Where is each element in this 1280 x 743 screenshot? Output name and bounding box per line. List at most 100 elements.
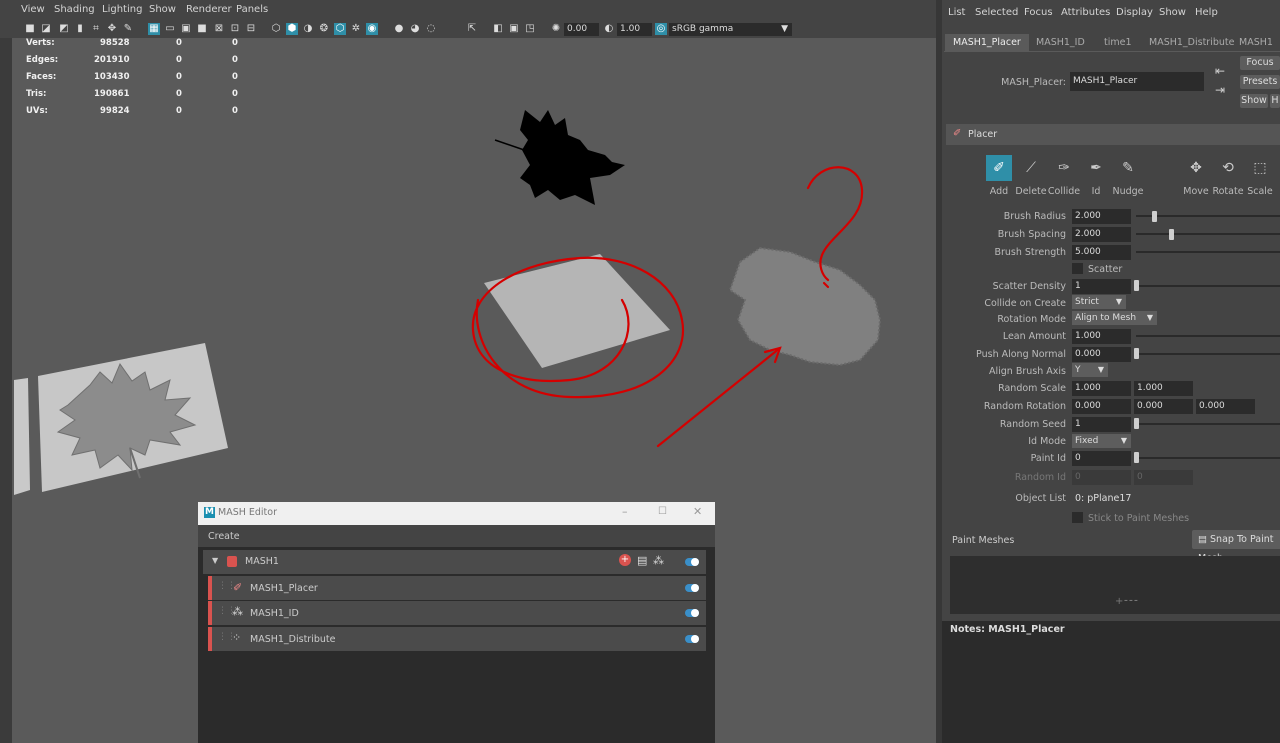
brush-tool-scale[interactable]: ⬚ Scale bbox=[1246, 155, 1274, 197]
slider-handle[interactable] bbox=[1169, 229, 1174, 240]
viewport-panel[interactable]: View Shading Lighting Show Renderer Pane… bbox=[0, 0, 936, 743]
camera-gate-icon[interactable]: ◧ bbox=[492, 23, 504, 35]
add-node-icon[interactable]: + bbox=[619, 554, 631, 566]
default-material-icon[interactable]: ▣ bbox=[180, 23, 192, 35]
slider-handle[interactable] bbox=[1134, 348, 1139, 359]
random-rotation-z-field[interactable]: 0.000 bbox=[1196, 399, 1255, 414]
menu-show[interactable]: Show bbox=[149, 4, 176, 15]
menu-view[interactable]: View bbox=[21, 4, 45, 15]
bookmark-icon[interactable]: ◩ bbox=[58, 23, 70, 35]
xray-joints-icon[interactable]: ◑ bbox=[302, 23, 314, 35]
hud-icon[interactable]: ◉ bbox=[366, 23, 378, 35]
random-seed-field[interactable]: 1 bbox=[1072, 417, 1131, 432]
focus-button[interactable]: Focus bbox=[1240, 56, 1280, 70]
backface-icon[interactable]: ⬡ bbox=[334, 23, 346, 35]
minimize-icon[interactable]: – bbox=[622, 505, 628, 518]
scatter-density-slider[interactable] bbox=[1136, 285, 1280, 287]
collapse-arrow-icon[interactable]: ▼ bbox=[212, 556, 218, 565]
stick-to-paint-checkbox[interactable] bbox=[1072, 512, 1083, 523]
light-icon[interactable]: ✲ bbox=[350, 23, 362, 35]
lights-icon[interactable]: ⊠ bbox=[213, 23, 225, 35]
shadows-icon[interactable]: ⊡ bbox=[229, 23, 241, 35]
menu-renderer[interactable]: Renderer bbox=[186, 4, 232, 15]
scatter-checkbox[interactable] bbox=[1072, 263, 1083, 274]
maximize-icon[interactable]: ☐ bbox=[658, 506, 667, 517]
tab-time1[interactable]: time1 bbox=[1096, 34, 1140, 51]
mash-editor-titlebar[interactable]: M MASH Editor – ☐ ✕ bbox=[198, 502, 715, 525]
gamma-icon[interactable]: ◐ bbox=[603, 23, 615, 35]
presets-button[interactable]: Presets bbox=[1240, 75, 1280, 89]
ssao-icon[interactable]: ● bbox=[393, 23, 405, 35]
brush-radius-field[interactable]: 2.000 bbox=[1072, 209, 1131, 224]
random-seed-slider[interactable] bbox=[1136, 423, 1280, 425]
safe-area-icon[interactable]: ▣ bbox=[508, 23, 520, 35]
menu-lighting[interactable]: Lighting bbox=[102, 4, 142, 15]
dynamics-icon[interactable]: ⁂ bbox=[653, 554, 664, 567]
brush-radius-slider[interactable] bbox=[1136, 215, 1280, 217]
mash-node-row[interactable]: ⋮⋮ ⁘ MASH1_Distribute bbox=[208, 627, 706, 651]
brush-tool-nudge[interactable]: ✎ Nudge bbox=[1111, 155, 1145, 197]
push-along-normal-field[interactable]: 0.000 bbox=[1072, 347, 1131, 362]
enable-toggle[interactable] bbox=[685, 558, 699, 566]
tab-mash1-id[interactable]: MASH1_ID bbox=[1028, 34, 1093, 51]
push-along-normal-slider[interactable] bbox=[1136, 353, 1280, 355]
brush-tool-move[interactable]: ✥ Move bbox=[1180, 155, 1212, 197]
slider-handle[interactable] bbox=[1152, 211, 1157, 222]
wireframe-icon[interactable]: ▦ bbox=[148, 23, 160, 35]
brush-tool-rotate[interactable]: ⟲ Rotate bbox=[1211, 155, 1245, 197]
camera-attributes-icon[interactable]: ◪ bbox=[40, 23, 52, 35]
panel-divider[interactable] bbox=[936, 0, 942, 743]
film-gate-icon[interactable]: ✥ bbox=[106, 23, 118, 35]
smooth-shade-icon[interactable]: ▭ bbox=[164, 23, 176, 35]
tab-mash1-placer[interactable]: MASH1_Placer bbox=[945, 34, 1029, 51]
exposure-field[interactable]: 0.00 bbox=[564, 23, 599, 36]
lean-amount-slider[interactable] bbox=[1136, 335, 1280, 337]
menu-create[interactable]: Create bbox=[208, 531, 240, 542]
paint-meshes-list[interactable]: +⁃⁃⁃ bbox=[950, 556, 1280, 614]
random-rotation-y-field[interactable]: 0.000 bbox=[1134, 399, 1193, 414]
slider-handle[interactable] bbox=[1134, 418, 1139, 429]
placer-section-header[interactable]: ✐ Placer bbox=[946, 124, 1280, 145]
enable-toggle[interactable] bbox=[685, 584, 699, 592]
rotation-mode-dropdown[interactable]: Align to Mesh ▼ bbox=[1072, 311, 1157, 325]
gate-mask-icon[interactable]: ◳ bbox=[524, 23, 536, 35]
resolution-gate-icon[interactable]: ✎ bbox=[122, 23, 134, 35]
brush-strength-field[interactable]: 5.000 bbox=[1072, 245, 1131, 260]
menu-shading[interactable]: Shading bbox=[54, 4, 95, 15]
tab-mash1[interactable]: MASH1 bbox=[1231, 34, 1280, 51]
random-scale-max-field[interactable]: 1.000 bbox=[1134, 381, 1193, 396]
enable-toggle[interactable] bbox=[685, 635, 699, 643]
collide-on-create-dropdown[interactable]: Strict ▼ bbox=[1072, 295, 1126, 309]
object-list-value[interactable]: 0: pPlane17 bbox=[1075, 493, 1131, 504]
lean-amount-field[interactable]: 1.000 bbox=[1072, 329, 1131, 344]
image-plane-icon[interactable]: ▮ bbox=[74, 23, 86, 35]
color-management-icon[interactable]: ◎ bbox=[655, 23, 667, 35]
hide-button[interactable]: H bbox=[1270, 94, 1280, 108]
brush-tool-collide[interactable]: ✑ Collide bbox=[1047, 155, 1081, 197]
node-name-field[interactable]: MASH1_Placer bbox=[1070, 72, 1204, 91]
random-rotation-x-field[interactable]: 0.000 bbox=[1072, 399, 1131, 414]
xray-active-icon[interactable]: ❂ bbox=[318, 23, 330, 35]
mash-editor-window[interactable]: M MASH Editor – ☐ ✕ Create ▼ MASH1 + ▤ ⁂… bbox=[198, 502, 715, 743]
paint-id-field[interactable]: 0 bbox=[1072, 451, 1131, 466]
camera-icon[interactable]: ■ bbox=[24, 23, 36, 35]
brush-tool-delete[interactable]: ⟋ Delete bbox=[1014, 155, 1048, 197]
notes-icon[interactable]: ▤ bbox=[637, 554, 647, 567]
motion-blur-icon[interactable]: ◕ bbox=[409, 23, 421, 35]
brush-spacing-slider[interactable] bbox=[1136, 233, 1280, 235]
antialias-icon[interactable]: ◌ bbox=[425, 23, 437, 35]
align-brush-axis-dropdown[interactable]: Y ▼ bbox=[1072, 363, 1108, 377]
close-icon[interactable]: ✕ bbox=[693, 505, 702, 518]
load-output-icon[interactable]: ⇥ bbox=[1215, 83, 1225, 97]
ao-icon[interactable]: ⊟ bbox=[245, 23, 257, 35]
color-space-dropdown[interactable]: sRGB gamma ▼ bbox=[669, 23, 792, 36]
brush-tool-add[interactable]: ✐ Add bbox=[983, 155, 1015, 197]
mash-node-row[interactable]: ⋮⋮ ✐ MASH1_Placer bbox=[208, 576, 706, 600]
tab-mash1-distribute[interactable]: MASH1_Distribute bbox=[1141, 34, 1242, 51]
notes-textarea[interactable] bbox=[942, 635, 1280, 743]
xray-icon[interactable]: ⬢ bbox=[286, 23, 298, 35]
show-button[interactable]: Show bbox=[1240, 94, 1268, 108]
brush-strength-slider[interactable] bbox=[1136, 251, 1280, 253]
brush-spacing-field[interactable]: 2.000 bbox=[1072, 227, 1131, 242]
mash-network-row[interactable]: ▼ MASH1 + ▤ ⁂ bbox=[203, 550, 706, 574]
